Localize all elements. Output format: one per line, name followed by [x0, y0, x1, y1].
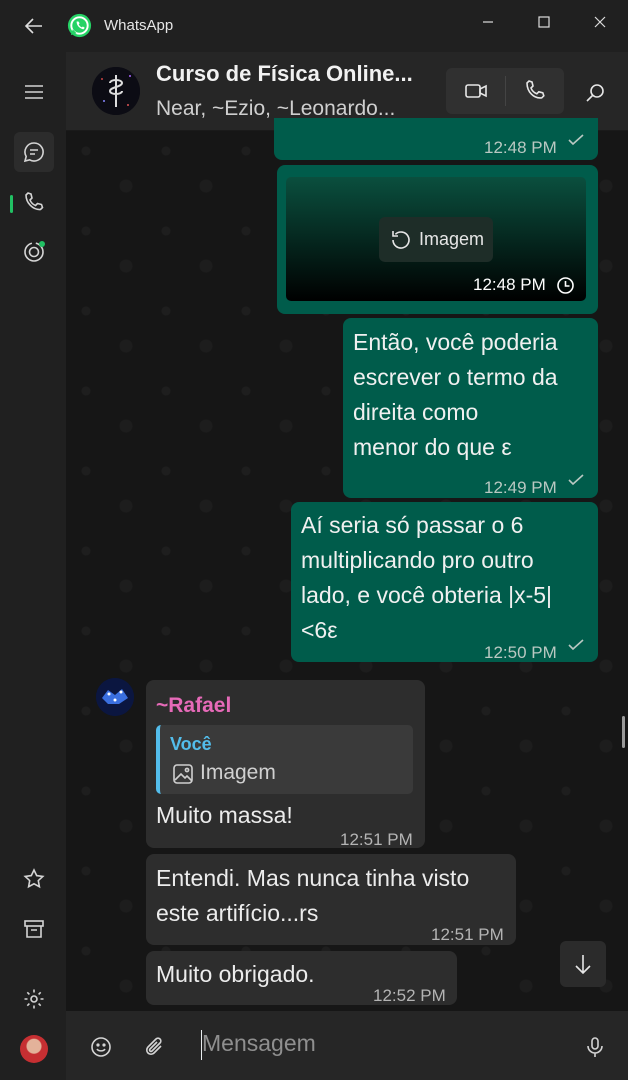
star-icon	[23, 868, 45, 889]
sent-tick-icon	[568, 474, 584, 486]
message-time: 12:51 PM	[340, 830, 413, 849]
active-indicator	[10, 195, 13, 213]
message-text: Muito massa!	[156, 802, 293, 828]
message-text: Aí seria só passar o 6 multiplicando pro…	[301, 508, 552, 648]
clock-pending-icon	[557, 277, 574, 294]
message-time: 12:52 PM	[373, 986, 446, 1005]
maximize-icon[interactable]	[528, 10, 560, 34]
retry-icon	[392, 230, 410, 249]
paperclip-icon[interactable]	[144, 1036, 166, 1058]
image-icon	[173, 764, 193, 784]
incoming-message[interactable]: Entendi. Mas nunca tinha visto este arti…	[146, 854, 516, 945]
message-line: escrever o termo da	[353, 364, 558, 390]
title-bar: WhatsApp	[0, 0, 628, 52]
archive-icon	[24, 920, 44, 938]
outgoing-message[interactable]: Então, você poderia escrever o termo da …	[343, 318, 598, 498]
chats-tab[interactable]	[14, 132, 54, 172]
message-line: Então, você poderia	[353, 329, 558, 355]
image-label: Imagem	[419, 229, 485, 249]
message-time: 12:48 PM	[473, 275, 546, 294]
gear-icon	[24, 989, 44, 1009]
outgoing-message[interactable]: 12:48 PM	[274, 118, 598, 160]
message-line: Aí seria só passar o 6	[301, 512, 524, 538]
divider	[505, 76, 506, 106]
sender-avatar-image	[96, 678, 134, 716]
profile-button[interactable]	[14, 1029, 54, 1069]
archived-button[interactable]	[14, 909, 54, 949]
sent-tick-icon	[568, 134, 584, 146]
chat-title[interactable]: Curso de Física Online...	[156, 61, 436, 87]
minimize-icon[interactable]	[472, 10, 504, 34]
hamburger-menu-icon	[25, 85, 43, 99]
sender-name: ~Rafael	[156, 694, 232, 717]
emoji-icon[interactable]	[90, 1036, 112, 1058]
quote-text: Imagem	[200, 761, 276, 784]
settings-button[interactable]	[14, 979, 54, 1019]
user-avatar	[20, 1035, 48, 1063]
message-line: menor do que ε	[353, 434, 512, 460]
scroll-to-bottom-button[interactable]	[560, 941, 606, 987]
microphone-icon[interactable]	[584, 1036, 606, 1058]
back-arrow-icon[interactable]	[22, 14, 46, 38]
message-time: 12:49 PM	[484, 478, 557, 497]
search-icon[interactable]	[584, 81, 608, 105]
starred-messages-button[interactable]	[14, 859, 54, 899]
message-time: 12:51 PM	[431, 925, 504, 944]
calls-tab[interactable]	[14, 182, 54, 222]
group-avatar[interactable]	[92, 67, 140, 115]
navigation-rail	[0, 52, 66, 1080]
incoming-message[interactable]: Muito obrigado. 12:52 PM	[146, 951, 457, 1005]
status-tab[interactable]	[14, 232, 54, 272]
close-icon[interactable]	[584, 10, 616, 34]
video-call-icon[interactable]	[464, 79, 488, 103]
scrollbar-thumb[interactable]	[622, 716, 625, 748]
menu-button[interactable]	[14, 72, 54, 112]
voice-call-icon[interactable]	[523, 79, 547, 103]
message-line: direita como	[353, 399, 479, 425]
app-title: WhatsApp	[104, 17, 174, 34]
message-line: multiplicando pro outro	[301, 547, 534, 573]
message-input[interactable]: Mensagem	[202, 1030, 316, 1057]
arrow-down-icon	[575, 955, 591, 975]
chat-bubble-icon	[23, 142, 44, 163]
whatsapp-logo-icon	[67, 13, 92, 38]
sent-tick-icon	[568, 639, 584, 651]
status-icon	[24, 241, 45, 262]
message-text: Entendi. Mas nunca tinha visto este arti…	[156, 861, 469, 931]
quoted-message[interactable]: Você Imagem	[156, 725, 413, 794]
phone-icon	[25, 192, 44, 211]
quote-author: Você	[170, 734, 212, 754]
outgoing-message[interactable]: Aí seria só passar o 6 multiplicando pro…	[291, 502, 598, 662]
message-time: 12:48 PM	[484, 138, 557, 157]
message-line: lado, e você obteria |x-5|	[301, 582, 553, 608]
message-text: Então, você poderia escrever o termo da …	[353, 325, 558, 465]
group-avatar-image	[92, 67, 140, 115]
call-buttons	[446, 68, 564, 114]
message-text: Muito obrigado.	[156, 961, 315, 987]
message-line: Entendi. Mas nunca tinha visto	[156, 865, 470, 891]
sender-avatar[interactable]	[96, 678, 134, 716]
message-time: 12:50 PM	[484, 643, 557, 662]
message-line: este artifício...rs	[156, 900, 319, 926]
image-download-button[interactable]: Imagem	[379, 217, 493, 262]
